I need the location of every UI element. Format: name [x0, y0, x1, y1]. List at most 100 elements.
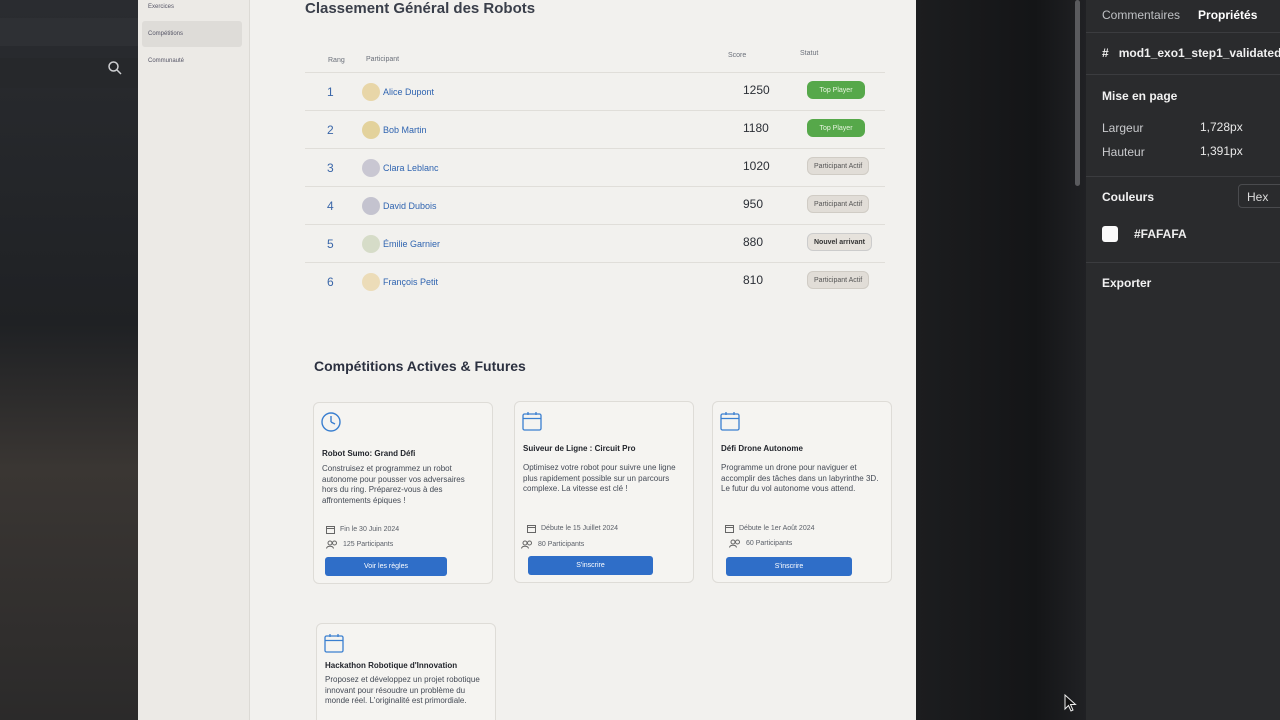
card-participants-text: 60 Participants: [746, 540, 793, 547]
row-score: 810: [743, 273, 764, 287]
height-value[interactable]: 1,391px: [1200, 144, 1243, 158]
status-badge: Participant Actif: [807, 271, 870, 289]
card-title: Robot Sumo: Grand Défi: [322, 449, 416, 458]
sidebar-item-exercices[interactable]: Exercices: [142, 0, 242, 20]
card-date: Fin le 30 Juin 2024: [326, 525, 399, 534]
row-rank: 4: [327, 199, 334, 213]
selected-frame-name: mod1_exo1_step1_validated: [1118, 46, 1280, 60]
card-description: Programme un drone pour naviguer et acco…: [721, 463, 879, 493]
participant-name[interactable]: Bob Martin: [383, 125, 427, 135]
table-row[interactable]: 6 François Petit 810 Participant Actif: [305, 262, 885, 300]
calendar-icon: [326, 526, 335, 534]
sidebar-item-label: Exercices: [148, 4, 175, 10]
width-label: Largeur: [1102, 121, 1144, 135]
color-hex-value[interactable]: #FAFAFA: [1134, 227, 1187, 241]
leaderboard-title: Classement Général des Robots: [305, 0, 536, 17]
table-row[interactable]: 4 David Dubois 950 Participant Actif: [305, 186, 885, 224]
status-badge: Top Player: [807, 81, 865, 99]
tab-properties[interactable]: Propriétés: [1198, 8, 1257, 22]
height-label: Hauteur: [1102, 145, 1145, 159]
calendar-icon: [725, 525, 734, 533]
card-participants: 80 Participants: [521, 540, 584, 549]
card-date: Débute le 15 Juillet 2024: [527, 524, 618, 533]
participant-name[interactable]: Clara Leblanc: [383, 163, 439, 173]
table-row[interactable]: 5 Émilie Garnier 880 Nouvel arrivant: [305, 224, 885, 262]
status-badge: Participant Actif: [807, 157, 870, 175]
scrollbar[interactable]: [1075, 0, 1080, 186]
register-button[interactable]: S'inscrire: [726, 557, 852, 576]
width-value[interactable]: 1,728px: [1200, 120, 1243, 134]
card-participants: 60 Participants: [729, 539, 792, 548]
competition-card: Défi Drone Autonome Programme un drone p…: [712, 401, 892, 583]
row-rank: 6: [327, 275, 334, 289]
export-section-title[interactable]: Exporter: [1102, 276, 1151, 290]
users-icon: [326, 540, 337, 549]
panel-tabs: Commentaires Propriétés: [1086, 0, 1280, 30]
properties-panel: Commentaires Propriétés # mod1_exo1_step…: [1086, 0, 1280, 720]
table-row[interactable]: 3 Clara Leblanc 1020 Participant Actif: [305, 148, 885, 186]
outer-left-bar: [0, 18, 138, 46]
card-date-text: Débute le 15 Juillet 2024: [541, 525, 619, 532]
divider: [1086, 32, 1280, 33]
card-title: Défi Drone Autonome: [721, 444, 803, 453]
avatar: [362, 121, 380, 139]
card-date: Débute le 1er Août 2024: [725, 524, 815, 533]
clock-icon: [321, 412, 341, 432]
card-date-text: Débute le 1er Août 2024: [739, 525, 815, 532]
competition-card: Robot Sumo: Grand Défi Construisez et pr…: [313, 402, 493, 584]
leaderboard-table: Rang Participant Score Statut 1 Alice Dup…: [305, 46, 885, 300]
participant-name[interactable]: Alice Dupont: [383, 87, 434, 97]
card-date-text: Fin le 30 Juin 2024: [340, 526, 400, 533]
col-rank: Rang: [328, 57, 345, 64]
table-row[interactable]: 2 Bob Martin 1180 Top Player: [305, 110, 885, 148]
frame-icon: #: [1102, 46, 1109, 60]
calendar-icon: [522, 412, 542, 431]
sidebar-item-competitions[interactable]: Compétitions: [142, 21, 242, 47]
card-participants: 125 Participants: [326, 540, 393, 549]
view-rules-button[interactable]: Voir les règles: [325, 557, 447, 576]
col-score: Score: [728, 52, 747, 59]
avatar: [362, 197, 380, 215]
calendar-icon: [720, 412, 740, 431]
participant-name[interactable]: David Dubois: [383, 201, 437, 211]
outer-left-panel: [0, 0, 138, 720]
participant-name[interactable]: François Petit: [383, 277, 438, 287]
card-participants-text: 125 Participants: [343, 541, 394, 548]
colors-section-title: Couleurs: [1102, 190, 1155, 204]
table-row[interactable]: 1 Alice Dupont 1250 Top Player: [305, 72, 885, 110]
card-participants-text: 80 Participants: [538, 541, 585, 548]
competition-card: Suiveur de Ligne : Circuit Pro Optimisez…: [514, 401, 694, 583]
selected-frame[interactable]: # mod1_exo1_step1_validated: [1102, 46, 1280, 60]
sidebar-item-label: Communauté: [148, 58, 185, 64]
app-sidebar: Exercices Compétitions Communauté: [138, 0, 250, 720]
search-icon[interactable]: [107, 60, 123, 76]
sidebar-item-communaute[interactable]: Communauté: [142, 48, 242, 74]
sidebar-item-label: Compétitions: [148, 31, 184, 37]
row-score: 950: [743, 197, 764, 211]
avatar: [362, 273, 380, 291]
users-icon: [521, 540, 532, 549]
tab-comments[interactable]: Commentaires: [1102, 8, 1180, 22]
row-score: 1020: [743, 159, 770, 173]
avatar: [362, 235, 380, 253]
divider: [1086, 176, 1280, 177]
calendar-icon: [324, 634, 344, 653]
card-description: Optimisez votre robot pour suivre une li…: [523, 463, 676, 493]
table-header: Rang Participant Score Statut: [305, 46, 885, 72]
card-title: Suiveur de Ligne : Circuit Pro: [523, 444, 636, 453]
card-description: Construisez et programmez un robot auton…: [322, 464, 465, 505]
competitions-title: Compétitions Actives & Futures: [314, 358, 526, 374]
status-badge: Top Player: [807, 119, 865, 137]
row-rank: 1: [327, 85, 334, 99]
participant-name[interactable]: Émilie Garnier: [383, 239, 440, 249]
col-status: Statut: [800, 50, 819, 57]
calendar-icon: [527, 525, 536, 533]
col-participant: Participant: [366, 56, 400, 63]
register-button[interactable]: S'inscrire: [528, 556, 653, 575]
color-swatch[interactable]: [1102, 226, 1118, 242]
canvas-background: [916, 0, 1086, 720]
row-score: 1180: [743, 121, 769, 135]
card-description: Proposez et développez un projet robotiq…: [325, 675, 480, 705]
color-format-select[interactable]: Hex: [1238, 184, 1280, 208]
divider: [1086, 262, 1280, 263]
